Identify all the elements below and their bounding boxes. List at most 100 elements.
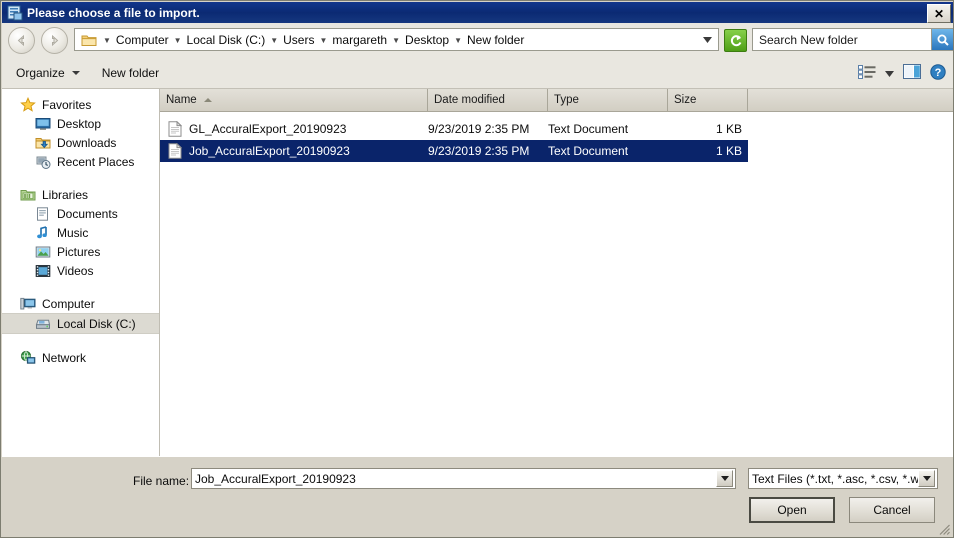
list-view-icon[interactable] [858,64,876,82]
sidebar-item-local-disk-c[interactable]: Local Disk (C:) [2,313,159,334]
sidebar-item-music[interactable]: Music [2,223,159,242]
file-type-filter-combo[interactable]: Text Files (*.txt, *.asc, *.csv, *.wvf [748,468,938,489]
chevron-down-icon[interactable] [918,470,935,487]
sidebar-group-computer[interactable]: Computer [2,294,159,313]
file-name-value[interactable]: Job_AccuralExport_20190923 [192,472,716,486]
sidebar-group-favorites[interactable]: Favorites [2,95,159,114]
sidebar-item-label: Downloads [57,135,117,150]
preview-pane-icon[interactable] [903,64,921,82]
column-header-blank [748,89,953,111]
text-document-icon [168,142,183,159]
toolbar: Organize New folder ? [2,57,953,89]
chevron-down-icon [71,70,80,75]
sidebar-group-label: Libraries [42,187,89,202]
sidebar-item-label: Videos [57,263,94,278]
hard-drive-icon [35,316,51,332]
title-bar: Please choose a file to import. ✕ [2,2,953,23]
sidebar-group-label: Network [42,350,87,365]
search-icon[interactable] [931,29,953,50]
sidebar-item-pictures[interactable]: Pictures [2,242,159,261]
column-header-size[interactable]: Size [668,89,748,111]
file-name-label: File name: [133,474,190,488]
column-header-label: Type [554,94,579,106]
breadcrumb-item-local-disk[interactable]: Local Disk (C:) [185,32,268,48]
chevron-down-icon[interactable] [699,31,716,48]
network-icon [20,350,36,366]
sort-ascending-icon [203,98,212,102]
file-import-icon [7,5,23,21]
resize-grip-icon[interactable] [937,522,951,536]
breadcrumb-item-users[interactable]: Users [281,32,316,48]
file-name-cell: GL_AccuralExport_20190923 [160,120,428,137]
breadcrumb-separator: ▼ [103,36,111,45]
sidebar-item-downloads[interactable]: Downloads [2,133,159,152]
sidebar-item-desktop[interactable]: Desktop [2,114,159,133]
breadcrumb-separator: ▼ [270,36,279,45]
recent-places-icon [35,154,51,170]
column-header-label: Date modified [434,94,505,106]
column-header-date-modified[interactable]: Date modified [428,89,548,111]
sidebar-group-network[interactable]: Network [2,348,159,367]
sidebar-item-label: Music [57,225,89,240]
breadcrumb-separator: ▼ [392,36,401,45]
open-button[interactable]: Open [749,497,835,523]
table-row[interactable]: Job_AccuralExport_20190923 9/23/2019 2:3… [160,140,748,162]
file-name-label: GL_AccuralExport_20190923 [189,122,347,136]
close-button[interactable]: ✕ [927,4,951,23]
file-name-input[interactable]: Job_AccuralExport_20190923 [191,468,736,489]
address-bar-row: ▼ Computer ▼ Local Disk (C:) ▼ Users ▼ m… [2,23,953,57]
cancel-button[interactable]: Cancel [849,497,935,523]
new-folder-label: New folder [101,65,160,80]
file-type-cell: Text Document [548,144,629,158]
search-input[interactable]: Search New folder [753,33,931,47]
column-header-name[interactable]: Name [160,89,428,111]
column-header-type[interactable]: Type [548,89,668,111]
new-folder-button[interactable]: New folder [94,61,167,85]
back-arrow-icon[interactable] [8,26,35,54]
window-title: Please choose a file to import. [27,5,200,20]
refresh-icon[interactable] [724,29,747,52]
sidebar-group-libraries[interactable]: Libraries [2,185,159,204]
help-icon[interactable]: ? [930,63,946,83]
sidebar-item-label: Recent Places [57,154,135,169]
breadcrumb-item-margareth[interactable]: margareth [330,32,389,48]
forward-arrow-icon[interactable] [41,26,68,54]
column-header-label: Name [166,94,197,106]
breadcrumb-item-desktop[interactable]: Desktop [403,32,451,48]
sidebar-item-recent-places[interactable]: Recent Places [2,152,159,171]
sidebar-item-label: Documents [57,206,118,221]
breadcrumb-separator: ▼ [173,36,182,45]
music-icon [35,225,51,241]
search-box[interactable]: Search New folder [752,28,953,51]
file-list-pane[interactable]: Name Date modified Type Size GL_AccuralE… [160,89,953,457]
chevron-down-icon[interactable] [716,470,733,487]
column-headers: Name Date modified Type Size [160,89,953,112]
breadcrumb[interactable]: ▼ Computer ▼ Local Disk (C:) ▼ Users ▼ m… [100,32,526,48]
sidebar-item-label: Pictures [57,244,101,259]
folder-icon [81,33,97,47]
address-bar[interactable]: ▼ Computer ▼ Local Disk (C:) ▼ Users ▼ m… [74,28,719,51]
sidebar-group-label: Favorites [42,97,92,112]
breadcrumb-item-new-folder[interactable]: New folder [465,32,526,48]
libraries-icon [20,187,36,203]
chevron-down-icon[interactable] [885,66,894,80]
navigation-pane[interactable]: Favorites Desktop Downloads Recent Place… [2,89,160,457]
pictures-icon [35,244,51,260]
text-document-icon [168,120,183,137]
file-name-label: Job_AccuralExport_20190923 [189,144,350,158]
organize-button[interactable]: Organize [8,61,88,85]
toolbar-right-group: ? [858,57,946,89]
file-date-cell: 9/23/2019 2:35 PM [428,122,530,136]
dialog-body: Favorites Desktop Downloads Recent Place… [2,89,953,457]
file-type-cell: Text Document [548,122,629,136]
file-size-cell: 1 KB [715,122,742,136]
table-row[interactable]: GL_AccuralExport_20190923 9/23/2019 2:35… [160,118,748,140]
sidebar-item-documents[interactable]: Documents [2,204,159,223]
file-name-cell: Job_AccuralExport_20190923 [160,142,428,159]
file-open-dialog: Please choose a file to import. ✕ ▼ Comp… [0,0,954,538]
breadcrumb-separator: ▼ [319,36,328,45]
breadcrumb-item-computer[interactable]: Computer [114,32,171,48]
sidebar-item-videos[interactable]: Videos [2,261,159,280]
